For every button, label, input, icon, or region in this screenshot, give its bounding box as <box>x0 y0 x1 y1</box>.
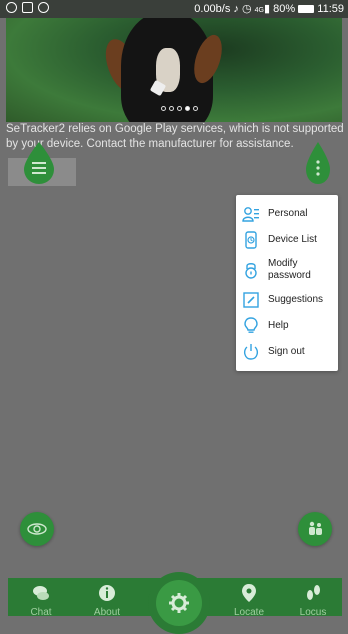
more-options-button[interactable] <box>304 140 332 186</box>
power-icon <box>243 344 259 360</box>
menu-item-personal[interactable]: Personal <box>236 203 338 225</box>
menu-button[interactable] <box>22 140 56 186</box>
edit-icon <box>243 292 259 308</box>
tab-about[interactable]: About <box>82 578 132 618</box>
menu-item-modify-password[interactable]: Modify password <box>236 255 338 285</box>
menu-item-label: Sign out <box>268 346 305 357</box>
status-bar: 0.00b/s ♪ ◷ 4G▮ 80% 11:59 <box>0 0 348 18</box>
clock-time: 11:59 <box>317 3 344 15</box>
family-icon <box>309 521 322 535</box>
carousel-dot[interactable] <box>177 106 182 111</box>
alarm-icon: ◷ <box>241 3 252 15</box>
tab-locate[interactable]: Locate <box>224 578 274 618</box>
menu-item-label: Suggestions <box>268 294 324 305</box>
menu-item-label: Personal <box>268 208 308 219</box>
network-speed: 0.00b/s <box>194 3 231 15</box>
watch-icon <box>245 231 257 249</box>
settings-button[interactable] <box>148 572 210 634</box>
footprints-icon <box>307 585 320 600</box>
menu-item-help[interactable]: Help <box>236 315 338 337</box>
location-pin-icon <box>242 584 256 602</box>
person-card-icon <box>242 207 259 222</box>
settings-button-inner <box>156 580 202 626</box>
tab-label: Locus <box>299 607 327 618</box>
menu-item-device-list[interactable]: Device List <box>236 229 338 251</box>
banner-carousel[interactable] <box>6 18 342 122</box>
menu-item-sign-out[interactable]: Sign out <box>236 341 338 363</box>
menu-item-label: Device List <box>268 234 317 245</box>
battery-level: 80% <box>273 3 296 15</box>
image-icon <box>22 2 33 13</box>
carousel-dot-active[interactable] <box>185 106 190 111</box>
family-button[interactable] <box>298 512 332 546</box>
network-type: 4G <box>254 7 264 14</box>
info-icon <box>99 585 115 601</box>
map-toggle-button[interactable] <box>20 512 54 546</box>
battery-icon <box>298 5 315 14</box>
tab-label: Locate <box>233 607 265 618</box>
tab-chat[interactable]: Chat <box>16 578 66 618</box>
menu-item-label: Help <box>268 320 289 331</box>
close-circle-icon <box>6 2 17 13</box>
play-services-message: SeTracker2 relies on Google Play service… <box>6 123 344 150</box>
chat-icon <box>33 586 49 600</box>
signal-icon: ▮ <box>264 3 271 15</box>
carousel-dots <box>161 106 198 111</box>
carousel-dot[interactable] <box>161 106 166 111</box>
carousel-dot[interactable] <box>193 106 198 111</box>
globe-icon <box>27 523 47 535</box>
options-popup-menu: Personal Device List Modify password Sug… <box>236 195 338 371</box>
gear-icon <box>169 593 189 613</box>
tab-label: About <box>93 607 121 618</box>
menu-item-label: Modify password <box>268 258 311 281</box>
carousel-dot[interactable] <box>169 106 174 111</box>
lock-icon <box>245 263 257 279</box>
minus-circle-icon <box>38 2 49 13</box>
tab-locus[interactable]: Locus <box>288 578 338 618</box>
menu-item-suggestions[interactable]: Suggestions <box>236 289 338 311</box>
tab-label: Chat <box>30 607 52 618</box>
more-vertical-icon <box>306 142 330 184</box>
lightbulb-icon <box>244 317 258 333</box>
mute-icon: ♪ <box>233 3 239 15</box>
menu-icon <box>24 142 54 184</box>
